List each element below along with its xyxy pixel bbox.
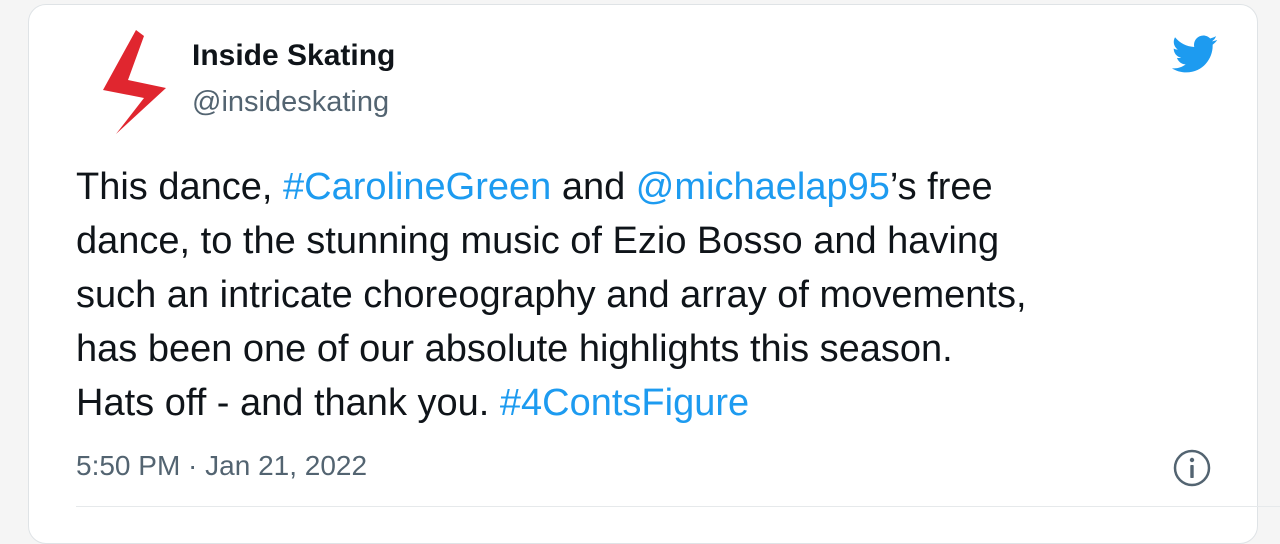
- tweet-line: Hats off - and thank you. #4ContsFigure: [76, 376, 1226, 430]
- info-icon[interactable]: [1172, 448, 1212, 488]
- tweet-line: This dance, #CarolineGreen and @michaela…: [76, 160, 1226, 214]
- inside-skating-logo-icon: [103, 30, 166, 134]
- author-handle[interactable]: @insideskating: [192, 84, 389, 120]
- tweet-timestamp[interactable]: 5:50 PM · Jan 21, 2022: [76, 448, 367, 484]
- tweet-line: such an intricate choreography and array…: [76, 268, 1226, 322]
- tweet-text-segment: and: [551, 166, 636, 208]
- divider: [76, 506, 1280, 507]
- tweet-text-segment: ’s free: [889, 166, 993, 208]
- hashtag-link[interactable]: #CarolineGreen: [283, 166, 551, 208]
- tweet-line: dance, to the stunning music of Ezio Bos…: [76, 214, 1226, 268]
- tweet-text-segment: such an intricate choreography and array…: [76, 274, 1027, 316]
- tweet-text-segment: has been one of our absolute highlights …: [76, 328, 953, 370]
- hashtag-link[interactable]: #4ContsFigure: [500, 382, 749, 424]
- author-name[interactable]: Inside Skating: [192, 38, 395, 74]
- tweet-text-segment: dance, to the stunning music of Ezio Bos…: [76, 220, 1000, 262]
- tweet-text-segment: This dance,: [76, 166, 283, 208]
- mention-link[interactable]: @michaelap95: [636, 166, 890, 208]
- avatar[interactable]: [100, 28, 170, 136]
- tweet-line: has been one of our absolute highlights …: [76, 322, 1226, 376]
- tweet-text-segment: Hats off - and thank you.: [76, 382, 500, 424]
- twitter-bird-icon[interactable]: [1166, 30, 1222, 78]
- tweet-text: This dance, #CarolineGreen and @michaela…: [76, 160, 1226, 430]
